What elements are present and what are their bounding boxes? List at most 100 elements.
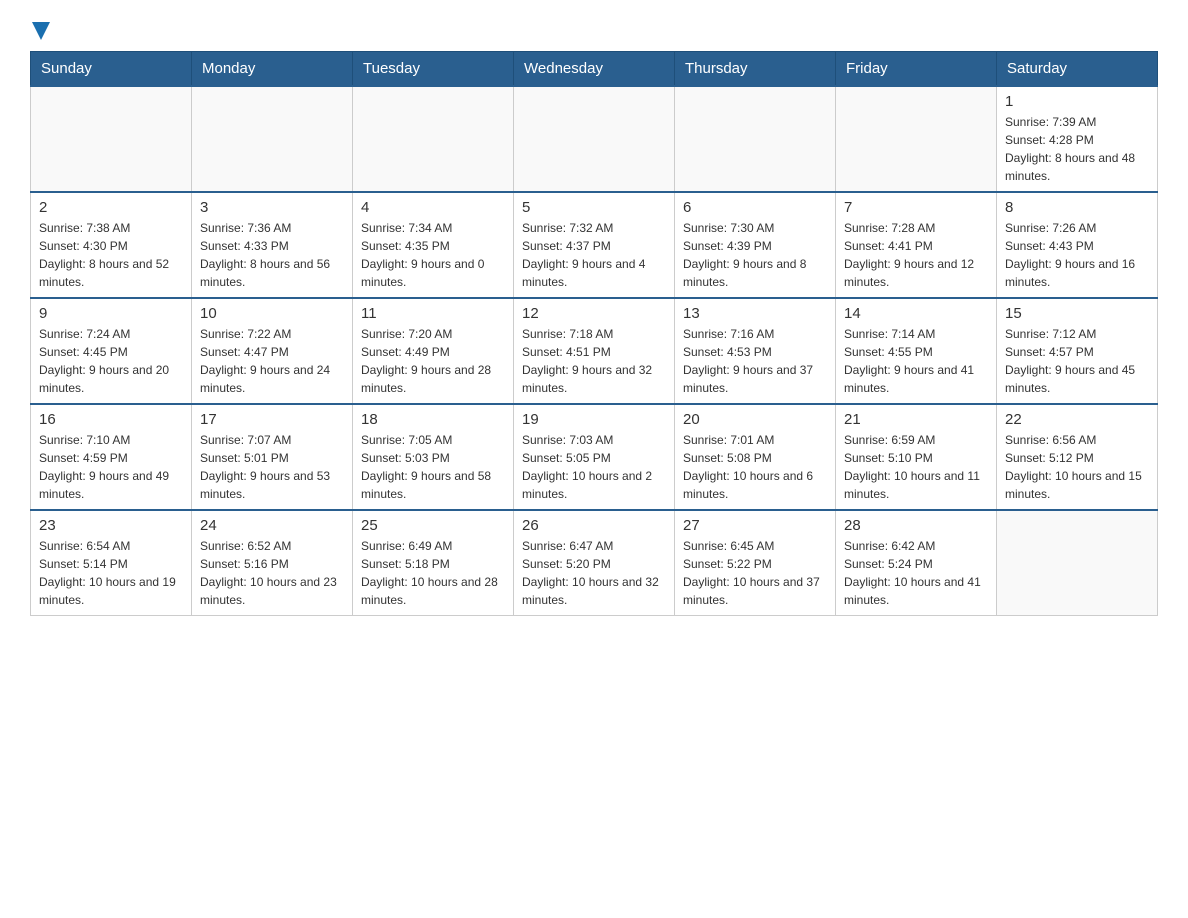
calendar-table: SundayMondayTuesdayWednesdayThursdayFrid… <box>30 51 1158 616</box>
day-info: Sunrise: 6:49 AM Sunset: 5:18 PM Dayligh… <box>361 537 505 609</box>
day-of-week-header: Tuesday <box>353 52 514 87</box>
calendar-cell: 9 Sunrise: 7:24 AM Sunset: 4:45 PM Daylig… <box>31 298 192 404</box>
calendar-cell: 10Sunrise: 7:22 AM Sunset: 4:47 PM Dayli… <box>192 298 353 404</box>
calendar-cell: 14 Sunrise: 7:14 AM Sunset: 4:55 PM Dayli… <box>836 298 997 404</box>
day-number: 23 <box>39 517 183 534</box>
day-number: 20 <box>683 411 827 428</box>
day-info: Sunrise: 6:59 AM Sunset: 5:10 PM Dayligh… <box>844 431 988 503</box>
calendar-cell <box>192 86 353 192</box>
logo-triangle-icon <box>32 22 50 40</box>
day-info: Sunrise: 7:12 AM Sunset: 4:57 PM Dayligh… <box>1005 325 1149 397</box>
day-info: Sunrise: 7:26 AM Sunset: 4:43 PM Dayligh… <box>1005 219 1149 291</box>
day-info: Sunrise: 7:16 AM Sunset: 4:53 PM Dayligh… <box>683 325 827 397</box>
day-number: 7 <box>844 199 988 216</box>
calendar-cell: 8 Sunrise: 7:26 AM Sunset: 4:43 PM Daylig… <box>997 192 1158 298</box>
day-number: 16 <box>39 411 183 428</box>
calendar-cell: 18 Sunrise: 7:05 AM Sunset: 5:03 PM Dayli… <box>353 404 514 510</box>
day-number: 26 <box>522 517 666 534</box>
calendar-cell <box>997 510 1158 616</box>
calendar-cell: 26 Sunrise: 6:47 AM Sunset: 5:20 PM Dayli… <box>514 510 675 616</box>
calendar-cell: 22 Sunrise: 6:56 AM Sunset: 5:12 PM Dayli… <box>997 404 1158 510</box>
day-info: Sunrise: 6:54 AM Sunset: 5:14 PM Dayligh… <box>39 537 183 609</box>
calendar-header-row: SundayMondayTuesdayWednesdayThursdayFrid… <box>31 52 1158 87</box>
calendar-cell: 12 Sunrise: 7:18 AM Sunset: 4:51 PM Dayli… <box>514 298 675 404</box>
calendar-cell: 13 Sunrise: 7:16 AM Sunset: 4:53 PM Dayli… <box>675 298 836 404</box>
calendar-cell: 21Sunrise: 6:59 AM Sunset: 5:10 PM Dayli… <box>836 404 997 510</box>
day-info: Sunrise: 7:14 AM Sunset: 4:55 PM Dayligh… <box>844 325 988 397</box>
day-number: 28 <box>844 517 988 534</box>
day-info: Sunrise: 6:47 AM Sunset: 5:20 PM Dayligh… <box>522 537 666 609</box>
calendar-cell: 25 Sunrise: 6:49 AM Sunset: 5:18 PM Dayli… <box>353 510 514 616</box>
page-header <box>30 20 1158 41</box>
day-number: 5 <box>522 199 666 216</box>
day-info: Sunrise: 6:45 AM Sunset: 5:22 PM Dayligh… <box>683 537 827 609</box>
day-info: Sunrise: 7:30 AM Sunset: 4:39 PM Dayligh… <box>683 219 827 291</box>
day-number: 22 <box>1005 411 1149 428</box>
day-number: 15 <box>1005 305 1149 322</box>
calendar-cell: 15 Sunrise: 7:12 AM Sunset: 4:57 PM Dayli… <box>997 298 1158 404</box>
day-number: 13 <box>683 305 827 322</box>
day-of-week-header: Thursday <box>675 52 836 87</box>
day-number: 12 <box>522 305 666 322</box>
day-info: Sunrise: 7:34 AM Sunset: 4:35 PM Dayligh… <box>361 219 505 291</box>
day-info: Sunrise: 7:18 AM Sunset: 4:51 PM Dayligh… <box>522 325 666 397</box>
day-info: Sunrise: 7:24 AM Sunset: 4:45 PM Dayligh… <box>39 325 183 397</box>
day-number: 2 <box>39 199 183 216</box>
calendar-cell: 3Sunrise: 7:36 AM Sunset: 4:33 PM Daylig… <box>192 192 353 298</box>
calendar-week-row: 1Sunrise: 7:39 AM Sunset: 4:28 PM Daylig… <box>31 86 1158 192</box>
day-info: Sunrise: 6:42 AM Sunset: 5:24 PM Dayligh… <box>844 537 988 609</box>
calendar-cell: 23 Sunrise: 6:54 AM Sunset: 5:14 PM Dayli… <box>31 510 192 616</box>
day-number: 14 <box>844 305 988 322</box>
calendar-cell <box>353 86 514 192</box>
day-number: 8 <box>1005 199 1149 216</box>
calendar-cell <box>675 86 836 192</box>
day-info: Sunrise: 7:05 AM Sunset: 5:03 PM Dayligh… <box>361 431 505 503</box>
calendar-cell <box>514 86 675 192</box>
day-info: Sunrise: 7:28 AM Sunset: 4:41 PM Dayligh… <box>844 219 988 291</box>
day-number: 27 <box>683 517 827 534</box>
day-number: 3 <box>200 199 344 216</box>
calendar-cell: 11Sunrise: 7:20 AM Sunset: 4:49 PM Dayli… <box>353 298 514 404</box>
day-of-week-header: Wednesday <box>514 52 675 87</box>
day-number: 19 <box>522 411 666 428</box>
calendar-week-row: 16Sunrise: 7:10 AM Sunset: 4:59 PM Dayli… <box>31 404 1158 510</box>
calendar-cell: 16Sunrise: 7:10 AM Sunset: 4:59 PM Dayli… <box>31 404 192 510</box>
day-info: Sunrise: 7:39 AM Sunset: 4:28 PM Dayligh… <box>1005 113 1149 185</box>
day-number: 6 <box>683 199 827 216</box>
day-number: 18 <box>361 411 505 428</box>
calendar-cell: 28 Sunrise: 6:42 AM Sunset: 5:24 PM Dayli… <box>836 510 997 616</box>
day-info: Sunrise: 6:52 AM Sunset: 5:16 PM Dayligh… <box>200 537 344 609</box>
day-info: Sunrise: 7:07 AM Sunset: 5:01 PM Dayligh… <box>200 431 344 503</box>
day-of-week-header: Friday <box>836 52 997 87</box>
day-info: Sunrise: 6:56 AM Sunset: 5:12 PM Dayligh… <box>1005 431 1149 503</box>
calendar-cell: 4 Sunrise: 7:34 AM Sunset: 4:35 PM Daylig… <box>353 192 514 298</box>
calendar-cell: 17 Sunrise: 7:07 AM Sunset: 5:01 PM Dayli… <box>192 404 353 510</box>
calendar-cell <box>836 86 997 192</box>
calendar-cell: 19 Sunrise: 7:03 AM Sunset: 5:05 PM Dayli… <box>514 404 675 510</box>
day-number: 4 <box>361 199 505 216</box>
day-number: 17 <box>200 411 344 428</box>
day-info: Sunrise: 7:22 AM Sunset: 4:47 PM Dayligh… <box>200 325 344 397</box>
calendar-week-row: 9 Sunrise: 7:24 AM Sunset: 4:45 PM Daylig… <box>31 298 1158 404</box>
calendar-week-row: 2 Sunrise: 7:38 AM Sunset: 4:30 PM Daylig… <box>31 192 1158 298</box>
calendar-cell: 27 Sunrise: 6:45 AM Sunset: 5:22 PM Dayli… <box>675 510 836 616</box>
day-of-week-header: Sunday <box>31 52 192 87</box>
day-of-week-header: Monday <box>192 52 353 87</box>
calendar-cell: 24Sunrise: 6:52 AM Sunset: 5:16 PM Dayli… <box>192 510 353 616</box>
logo <box>30 20 50 41</box>
calendar-cell <box>31 86 192 192</box>
calendar-cell: 7 Sunrise: 7:28 AM Sunset: 4:41 PM Daylig… <box>836 192 997 298</box>
day-number: 9 <box>39 305 183 322</box>
calendar-cell: 2 Sunrise: 7:38 AM Sunset: 4:30 PM Daylig… <box>31 192 192 298</box>
day-info: Sunrise: 7:32 AM Sunset: 4:37 PM Dayligh… <box>522 219 666 291</box>
day-number: 11 <box>361 305 505 322</box>
day-info: Sunrise: 7:38 AM Sunset: 4:30 PM Dayligh… <box>39 219 183 291</box>
day-number: 25 <box>361 517 505 534</box>
calendar-cell: 20 Sunrise: 7:01 AM Sunset: 5:08 PM Dayli… <box>675 404 836 510</box>
calendar-cell: 5 Sunrise: 7:32 AM Sunset: 4:37 PM Daylig… <box>514 192 675 298</box>
calendar-cell: 1Sunrise: 7:39 AM Sunset: 4:28 PM Daylig… <box>997 86 1158 192</box>
day-of-week-header: Saturday <box>997 52 1158 87</box>
day-info: Sunrise: 7:01 AM Sunset: 5:08 PM Dayligh… <box>683 431 827 503</box>
day-info: Sunrise: 7:03 AM Sunset: 5:05 PM Dayligh… <box>522 431 666 503</box>
calendar-week-row: 23 Sunrise: 6:54 AM Sunset: 5:14 PM Dayli… <box>31 510 1158 616</box>
